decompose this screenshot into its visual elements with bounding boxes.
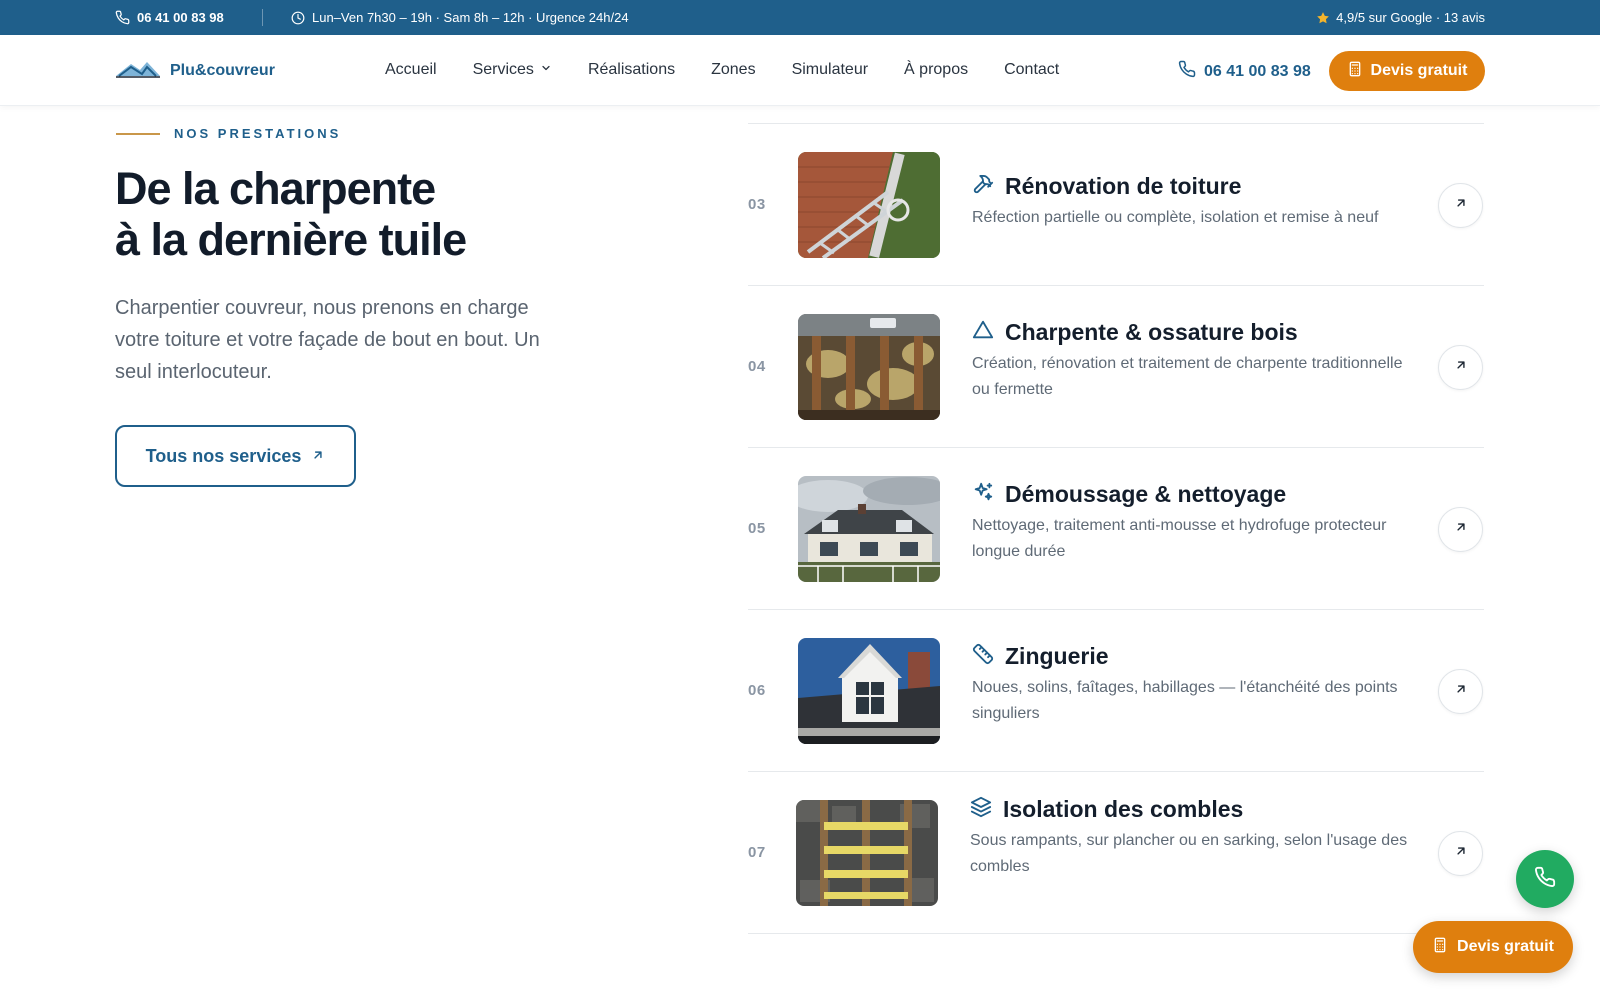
service-title-row: Zinguerie <box>972 643 1109 670</box>
service-number: 05 <box>748 520 766 537</box>
main-nav: Accueil Services Réalisations Zones Simu… <box>385 61 1059 79</box>
service-number: 03 <box>748 196 766 213</box>
opening-hours-text: Lun–Ven 7h30 – 19h · Sam 8h – 12h · Urge… <box>312 10 629 25</box>
service-title-row: Démoussage & nettoyage <box>972 481 1286 508</box>
site-header: Plu&couvreur Accueil Services Réalisatio… <box>0 35 1600 106</box>
service-row[interactable]: 04 Charpente & ossature bois Création, r… <box>748 286 1484 448</box>
sparkles-icon <box>972 481 994 508</box>
phone-icon <box>115 10 130 25</box>
arrow-up-right-icon <box>1454 682 1468 701</box>
nav-item-simulateur[interactable]: Simulateur <box>792 61 868 79</box>
chevron-down-icon <box>540 61 552 79</box>
service-description: Réfection partielle ou complète, isolati… <box>972 209 1379 226</box>
title-line-2: à la dernière tuile <box>115 214 467 265</box>
nav-label: Réalisations <box>587 61 676 78</box>
layers-icon <box>970 796 992 823</box>
nav-label: Accueil <box>385 61 437 78</box>
service-link-button[interactable] <box>1438 507 1483 552</box>
google-rating[interactable]: 4,9/5 sur Google · 13 avis <box>1316 10 1485 25</box>
opening-hours: Lun–Ven 7h30 – 19h · Sam 8h – 12h · Urge… <box>291 10 629 25</box>
button-label: Devis gratuit <box>1457 938 1554 955</box>
service-title: Charpente & ossature bois <box>1005 319 1298 345</box>
nav-item-contact[interactable]: Contact <box>1004 61 1059 79</box>
nav-item-zones[interactable]: Zones <box>711 61 755 79</box>
service-link-button[interactable] <box>1438 831 1483 876</box>
top-info-bar: 06 41 00 83 98 Lun–Ven 7h30 – 19h · Sam … <box>0 0 1600 35</box>
service-title-row: Charpente & ossature bois <box>972 319 1298 346</box>
devis-gratuit-button[interactable]: Devis gratuit <box>1329 51 1485 91</box>
service-photo-roof-ladder <box>798 152 940 258</box>
nav-label: Services <box>472 61 534 78</box>
service-title-row: Isolation des combles <box>970 796 1243 823</box>
ruler-icon <box>972 643 994 670</box>
service-photo-attic <box>796 800 938 906</box>
button-label: Devis gratuit <box>1370 62 1468 79</box>
roof-logo-icon <box>116 58 160 83</box>
arrow-up-right-icon <box>1454 844 1468 863</box>
arrow-up-right-icon <box>1454 520 1468 539</box>
nav-item-services[interactable]: Services <box>473 61 552 79</box>
service-photo-dormer <box>798 638 940 744</box>
nav-item-realisations[interactable]: Réalisations <box>588 61 675 79</box>
service-photo-house <box>798 476 940 582</box>
hammer-icon <box>972 173 994 200</box>
triangle-icon <box>972 319 994 346</box>
floating-devis-button[interactable]: Devis gratuit <box>1413 921 1573 973</box>
service-title: Rénovation de toiture <box>1005 173 1242 199</box>
arrow-up-right-icon <box>311 446 325 467</box>
service-description: Sous rampants, sur plancher ou en sarkin… <box>970 832 1408 875</box>
service-photo-roof-structure <box>798 314 940 420</box>
eyebrow-text: NOS PRESTATIONS <box>174 126 342 141</box>
title-line-1: De la charpente <box>115 163 436 214</box>
service-link-button[interactable] <box>1438 669 1483 714</box>
nav-item-accueil[interactable]: Accueil <box>385 61 437 79</box>
header-phone-link[interactable]: 06 41 00 83 98 <box>1178 60 1311 83</box>
service-title-row: Rénovation de toiture <box>972 173 1241 200</box>
star-icon <box>1316 11 1330 25</box>
topbar-phone-link[interactable]: 06 41 00 83 98 <box>115 10 224 25</box>
service-row[interactable]: 07 Isolation des combles Sous rampants, … <box>748 772 1484 934</box>
service-link-button[interactable] <box>1438 345 1483 390</box>
service-number: 04 <box>748 358 766 375</box>
nav-label: Zones <box>711 61 756 78</box>
service-description: Nettoyage, traitement anti-mousse et hyd… <box>972 517 1387 560</box>
service-title: Démoussage & nettoyage <box>1005 481 1287 507</box>
service-row[interactable]: 05 Démoussage & nettoyage Nettoyage, tra… <box>748 448 1484 610</box>
logo[interactable]: Plu&couvreur <box>116 58 275 83</box>
service-description: Création, rénovation et traitement de ch… <box>972 355 1403 398</box>
service-number: 07 <box>748 844 766 861</box>
button-label: Tous nos services <box>145 445 302 466</box>
section-title: De la charpente à la dernière tuile <box>115 163 467 265</box>
eyebrow-line <box>116 132 160 135</box>
header-phone-text: 06 41 00 83 98 <box>1204 62 1311 80</box>
calculator-icon <box>1432 937 1448 958</box>
service-title: Zinguerie <box>1005 643 1109 669</box>
service-row[interactable]: 03 Rénovation de toiture Réfection parti… <box>748 124 1484 286</box>
phone-icon <box>1178 60 1196 83</box>
service-title: Isolation des combles <box>1003 796 1244 822</box>
service-description: Noues, solins, faîtages, habillages — l'… <box>972 679 1398 722</box>
service-number: 06 <box>748 682 766 699</box>
phone-icon <box>1534 866 1556 893</box>
calculator-icon <box>1347 61 1363 82</box>
nav-label: Contact <box>1004 61 1060 78</box>
divider <box>262 9 263 26</box>
rating-text: 4,9/5 sur Google · 13 avis <box>1336 10 1485 25</box>
floating-call-button[interactable] <box>1516 850 1574 908</box>
arrow-up-right-icon <box>1454 196 1468 215</box>
service-row[interactable]: 06 Zinguerie Noues, solins, faîtages, ha… <box>748 610 1484 772</box>
clock-icon <box>291 11 305 25</box>
arrow-up-right-icon <box>1454 358 1468 377</box>
nav-label: Simulateur <box>791 61 869 78</box>
topbar-phone-text: 06 41 00 83 98 <box>137 10 224 25</box>
nav-item-a-propos[interactable]: À propos <box>904 61 968 79</box>
all-services-button[interactable]: Tous nos services <box>115 425 356 487</box>
logo-text: Plu&couvreur <box>170 61 275 79</box>
service-link-button[interactable] <box>1438 183 1483 228</box>
nav-label: À propos <box>904 61 969 78</box>
section-description: Charpentier couvreur, nous prenons en ch… <box>115 297 540 383</box>
section-eyebrow: NOS PRESTATIONS <box>116 126 341 141</box>
